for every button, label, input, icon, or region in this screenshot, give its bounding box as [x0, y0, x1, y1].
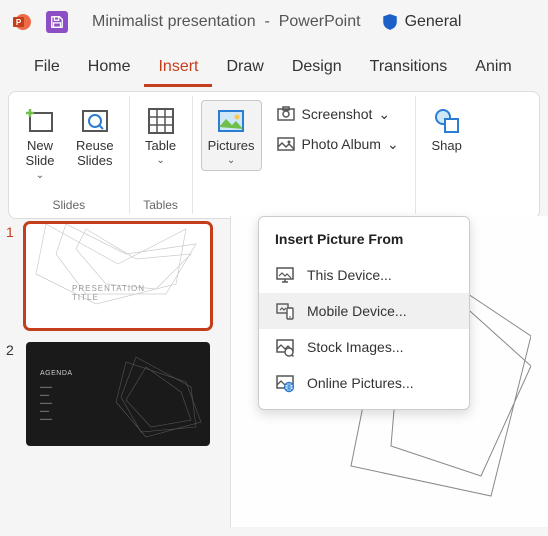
chevron-down-icon: ⌄: [36, 170, 44, 181]
thumb-number: 1: [6, 224, 18, 240]
photo-album-icon: [276, 134, 296, 154]
thumbnail-row: 2 AGENDA ━━━━━━━━━━━━━━━━━━: [6, 342, 220, 446]
slide-thumbnail-2[interactable]: AGENDA ━━━━━━━━━━━━━━━━━━: [26, 342, 210, 446]
photo-album-button[interactable]: Photo Album ⌄: [268, 130, 407, 158]
tab-insert[interactable]: Insert: [144, 52, 212, 87]
tab-home[interactable]: Home: [74, 52, 145, 87]
shapes-button[interactable]: Shap: [424, 100, 470, 159]
slide-title-text: PRESENTATION TITLE: [72, 284, 164, 302]
ribbon-group-illustrations: Shap: [416, 96, 478, 214]
stock-images-icon: [275, 337, 295, 357]
tab-file[interactable]: File: [20, 52, 74, 87]
online-pictures-item[interactable]: Online Pictures...: [259, 365, 469, 401]
slide-agenda-label: AGENDA: [40, 370, 73, 377]
slide-body-lines: ━━━━━━━━━━━━━━━━━━: [40, 384, 52, 424]
dropdown-header: Insert Picture From: [259, 225, 469, 257]
reuse-slides-button[interactable]: ReuseSlides: [69, 100, 121, 174]
thumb-number: 2: [6, 342, 18, 358]
powerpoint-app-icon: P: [12, 12, 32, 32]
title-bar: P Minimalist presentation - PowerPoint G…: [0, 0, 548, 44]
tab-animations[interactable]: Anim: [461, 52, 525, 87]
stock-images-item[interactable]: Stock Images...: [259, 329, 469, 365]
mobile-device-item[interactable]: Mobile Device...: [259, 293, 469, 329]
pictures-dropdown-menu: Insert Picture From This Device... Mobil…: [258, 216, 470, 410]
slide-art: [26, 342, 210, 446]
tab-design[interactable]: Design: [278, 52, 356, 87]
ribbon: NewSlide ⌄ ReuseSlides Slides Table ⌄ Ta…: [8, 91, 540, 219]
pictures-button[interactable]: Pictures ⌄: [201, 100, 262, 171]
monitor-icon: [275, 265, 295, 285]
save-icon[interactable]: [46, 11, 68, 33]
table-icon: [145, 105, 177, 137]
ribbon-group-images: Pictures ⌄ Screenshot ⌄ Photo Album ⌄: [193, 96, 416, 214]
online-pictures-icon: [275, 373, 295, 393]
ribbon-tabs: File Home Insert Draw Design Transitions…: [0, 44, 548, 87]
chevron-down-icon: ⌄: [227, 155, 235, 166]
ribbon-group-slides: NewSlide ⌄ ReuseSlides Slides: [9, 96, 130, 214]
reuse-slides-icon: [79, 105, 111, 137]
shield-icon: [381, 13, 399, 31]
document-title: Minimalist presentation - PowerPoint: [92, 13, 361, 31]
thumbnail-row: 1 PRESENTATION TITLE: [6, 224, 220, 328]
group-label-slides: Slides: [52, 196, 85, 212]
svg-text:P: P: [16, 18, 22, 27]
new-slide-icon: [24, 105, 56, 137]
tab-draw[interactable]: Draw: [212, 52, 277, 87]
shapes-icon: [431, 105, 463, 137]
new-slide-button[interactable]: NewSlide ⌄: [17, 100, 63, 186]
pictures-icon: [215, 105, 247, 137]
slide-art: [26, 224, 210, 328]
screenshot-icon: [276, 104, 296, 124]
sensitivity-badge[interactable]: General: [381, 13, 462, 31]
mobile-icon: [275, 301, 295, 321]
slide-thumbnails-panel: 1 PRESENTATION TITLE 2: [0, 216, 230, 527]
tab-transitions[interactable]: Transitions: [356, 52, 462, 87]
slide-thumbnail-1[interactable]: PRESENTATION TITLE: [26, 224, 210, 328]
this-device-item[interactable]: This Device...: [259, 257, 469, 293]
screenshot-button[interactable]: Screenshot ⌄: [268, 100, 407, 128]
table-button[interactable]: Table ⌄: [138, 100, 184, 171]
group-label-tables: Tables: [143, 196, 178, 212]
chevron-down-icon: ⌄: [387, 136, 399, 153]
ribbon-group-tables: Table ⌄ Tables: [130, 96, 193, 214]
chevron-down-icon: ⌄: [378, 106, 390, 123]
chevron-down-icon: ⌄: [156, 155, 164, 166]
